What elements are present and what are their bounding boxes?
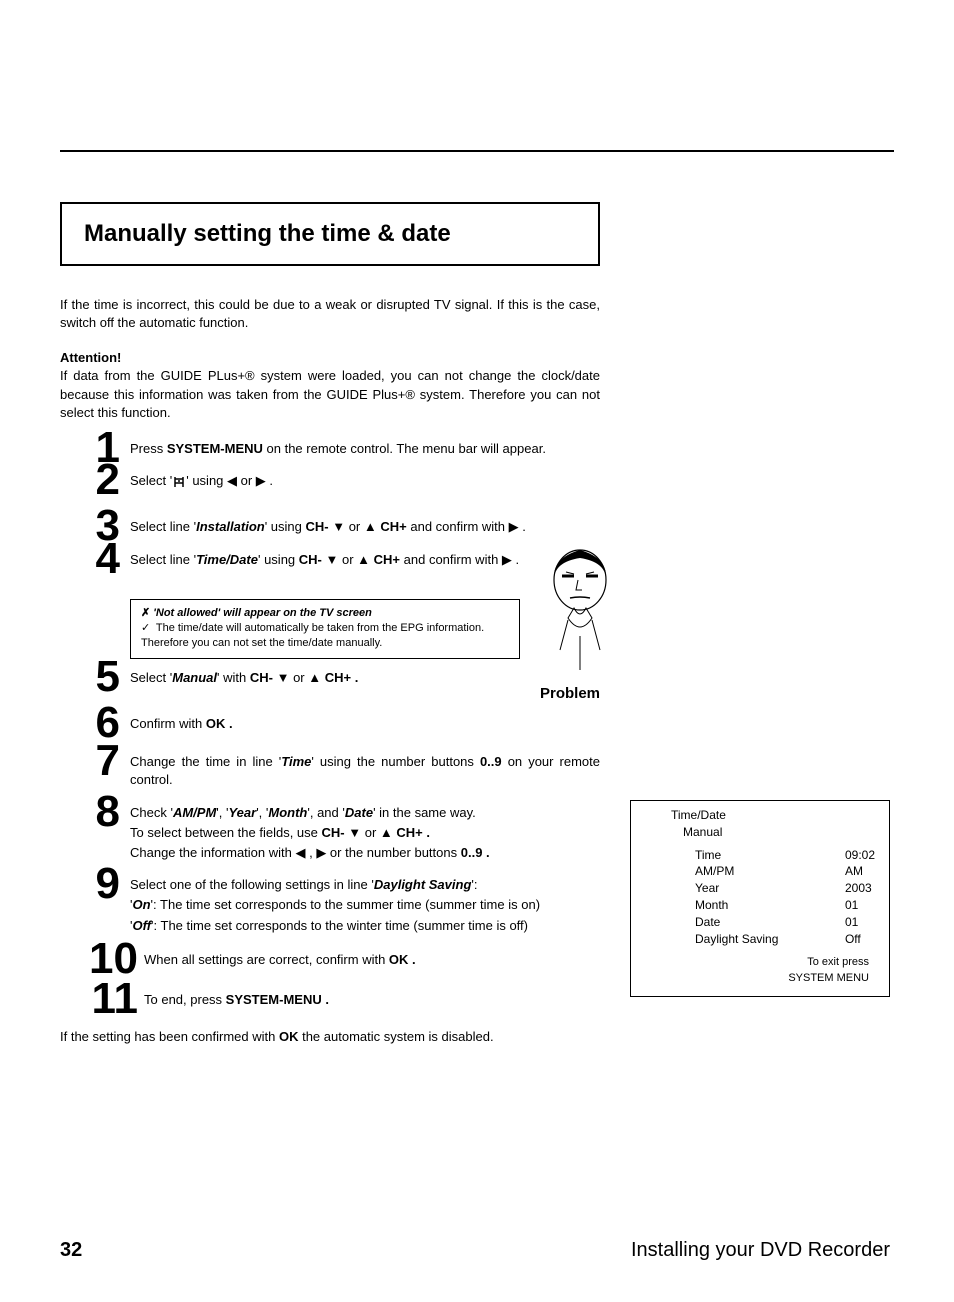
step-text: Change the time in line 'Time' using the… — [130, 753, 600, 789]
chapter-title: Installing your DVD Recorder — [631, 1239, 890, 1262]
step-text: Select line 'Installation' using CH- ▼ o… — [130, 518, 600, 536]
steps-container: Problem 1 Press SYSTEM-MENU on the remot… — [60, 440, 600, 1044]
step-text: 'Off': The time set corresponds to the w… — [130, 917, 600, 935]
step-8: 8 Check 'AM/PM', 'Year', 'Month', and 'D… — [60, 804, 600, 863]
page-number: 32 — [60, 1239, 82, 1262]
step-number: 8 — [60, 790, 120, 834]
step-number: 7 — [60, 739, 120, 783]
step-11: 11 To end, press SYSTEM-MENU . — [60, 991, 600, 1009]
step-10: 10 When all settings are correct, confir… — [60, 951, 600, 969]
osd-exit: To exit press SYSTEM MENU — [671, 955, 869, 986]
step-text: Press SYSTEM-MENU on the remote control.… — [130, 440, 600, 458]
problem-body: ✓ The time/date will automatically be ta… — [141, 621, 509, 652]
osd-subtitle: Manual — [683, 824, 875, 841]
step-text: Select line 'Time/Date' using CH- ▼ or ▲… — [130, 551, 600, 569]
step-text: Select '' using ◀ or ▶ . — [130, 472, 600, 490]
setup-icon — [172, 475, 186, 489]
attention-block: Attention! If data from the GUIDE PLus+®… — [60, 350, 894, 422]
step-text: Change the information with ◀ , ▶ or the… — [130, 844, 600, 862]
step-3: 3 Select line 'Installation' using CH- ▼… — [60, 518, 600, 536]
osd-display: Time/Date Manual Time AM/PM Year Month D… — [630, 800, 890, 997]
page-footer: 32 Installing your DVD Recorder — [60, 1239, 890, 1262]
step-5: 5 Select 'Manual' with CH- ▼ or ▲ CH+ . — [60, 669, 600, 687]
step-text: To select between the fields, use CH- ▼ … — [130, 824, 600, 842]
step-9: 9 Select one of the following settings i… — [60, 876, 600, 935]
step-number: 5 — [60, 655, 120, 699]
step-number: 4 — [60, 537, 120, 581]
step-2: 2 Select '' using ◀ or ▶ . — [60, 472, 600, 490]
problem-heading: ✗ 'Not allowed' will appear on the TV sc… — [141, 606, 509, 621]
step-number: 2 — [60, 458, 120, 502]
step-4: 4 Select line 'Time/Date' using CH- ▼ or… — [60, 551, 600, 569]
intro-paragraph: If the time is incorrect, this could be … — [60, 296, 600, 332]
step-text: Check 'AM/PM', 'Year', 'Month', and 'Dat… — [130, 804, 600, 822]
step-number: 11 — [60, 977, 138, 1021]
step-6: 6 Confirm with OK . — [60, 715, 600, 733]
osd-values: 09:02 AM 2003 01 01 Off — [845, 847, 875, 948]
attention-label: Attention! — [60, 350, 894, 365]
step-7: 7 Change the time in line 'Time' using t… — [60, 753, 600, 789]
section-title: Manually setting the time & date — [84, 220, 576, 248]
top-rule — [60, 150, 894, 152]
problem-box: ✗ 'Not allowed' will appear on the TV sc… — [130, 599, 520, 659]
step-text: Select 'Manual' with CH- ▼ or ▲ CH+ . — [130, 669, 600, 687]
step-number: 9 — [60, 862, 120, 906]
step-text: Confirm with OK . — [130, 715, 600, 733]
osd-labels: Time AM/PM Year Month Date Daylight Savi… — [695, 847, 778, 948]
step-text: Select one of the following settings in … — [130, 876, 600, 894]
step-1: 1 Press SYSTEM-MENU on the remote contro… — [60, 440, 600, 458]
step-text: When all settings are correct, confirm w… — [144, 951, 600, 969]
osd-title: Time/Date — [671, 807, 875, 824]
problem-label: Problem — [540, 685, 600, 702]
attention-text: If data from the GUIDE PLus+® system wer… — [60, 367, 600, 422]
closing-note: If the setting has been confirmed with O… — [60, 1029, 600, 1044]
section-title-box: Manually setting the time & date — [60, 202, 600, 266]
step-text: 'On': The time set corresponds to the su… — [130, 896, 600, 914]
step-text: To end, press SYSTEM-MENU . — [144, 991, 600, 1009]
osd-table: Time AM/PM Year Month Date Daylight Savi… — [695, 847, 875, 948]
